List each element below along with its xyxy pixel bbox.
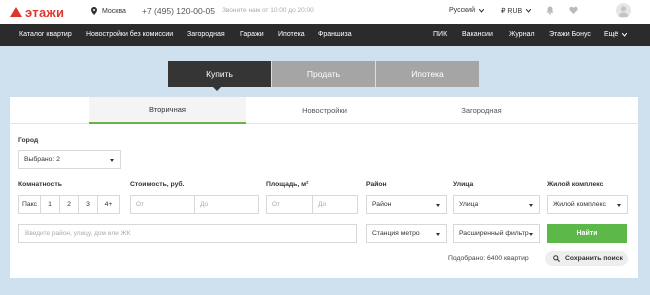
nav-item-mortgage[interactable]: Ипотека xyxy=(278,31,305,38)
nav-item-pik[interactable]: ПИК xyxy=(433,31,447,38)
currency-selector[interactable]: ₽ RUB xyxy=(501,7,532,15)
search-panel: Вторичная Новостройки Загородная Город В… xyxy=(10,97,638,278)
find-button[interactable]: Найти xyxy=(547,224,627,243)
price-to-input[interactable]: До xyxy=(195,196,258,213)
logo-house-icon xyxy=(10,7,22,17)
street-select[interactable]: Улица xyxy=(453,195,540,214)
area-label: Площадь, м² xyxy=(266,181,309,188)
dropdown-arrow-icon xyxy=(110,159,114,162)
complex-select-value: Жилой комплекс xyxy=(553,201,606,208)
district-select[interactable]: Район xyxy=(366,195,447,214)
user-avatar-icon[interactable] xyxy=(616,3,631,18)
language-selector[interactable]: Русский xyxy=(449,7,484,14)
price-range: От До xyxy=(130,195,259,214)
save-search-label: Сохранить поиск xyxy=(565,255,623,262)
area-range: От До xyxy=(266,195,358,214)
rooms-option-2[interactable]: 2 xyxy=(60,196,79,213)
complex-select[interactable]: Жилой комплекс xyxy=(547,195,628,214)
property-type-tabs: Вторичная Новостройки Загородная xyxy=(10,97,638,124)
city-selector[interactable]: Москва xyxy=(91,7,126,15)
street-label: Улица xyxy=(453,181,474,188)
mode-buy-button[interactable]: Купить xyxy=(168,61,271,87)
chevron-down-icon xyxy=(622,32,628,37)
street-select-value: Улица xyxy=(459,201,479,208)
nav-item-vacancies[interactable]: Вакансии xyxy=(462,31,493,38)
metro-select-value: Станция метро xyxy=(372,230,420,237)
advanced-filter-value: Расширенный фильтр xyxy=(459,230,529,237)
chevron-down-icon xyxy=(478,8,484,13)
phone-number[interactable]: +7 (495) 120-00-05 xyxy=(142,6,215,16)
address-search-input[interactable]: Введите район, улицу, дом или ЖК xyxy=(18,224,357,243)
district-select-value: Район xyxy=(372,201,392,208)
nav-item-bonus[interactable]: Этажи Бонус xyxy=(549,31,591,38)
dropdown-arrow-icon xyxy=(529,233,533,236)
rooms-selector: Пакс 1 2 3 4+ xyxy=(18,195,120,214)
dropdown-arrow-icon xyxy=(436,233,440,236)
nav-item-journal[interactable]: Журнал xyxy=(509,31,535,38)
call-hours: Звоните нам от 10:00 до 20:00 xyxy=(222,7,314,14)
main-nav: Каталог квартир Новостройки без комиссии… xyxy=(0,24,650,46)
active-mode-pointer xyxy=(213,87,221,91)
nav-item-garages[interactable]: Гаражи xyxy=(240,31,264,38)
area-from-input[interactable]: От xyxy=(267,196,313,213)
top-header: этажи Москва +7 (495) 120-00-05 Звоните … xyxy=(0,0,650,24)
city-select-value: Выбрано: 2 xyxy=(24,156,60,163)
search-icon xyxy=(553,255,560,262)
location-pin-icon xyxy=(91,7,97,15)
complex-label: Жилой комплекс xyxy=(547,181,604,188)
currency-value: ₽ RUB xyxy=(501,8,523,15)
city-select[interactable]: Выбрано: 2 xyxy=(18,150,121,169)
dropdown-arrow-icon xyxy=(529,204,533,207)
tab-secondary[interactable]: Вторичная xyxy=(89,97,246,124)
tab-country[interactable]: Загородная xyxy=(403,97,560,124)
metro-select[interactable]: Станция метро xyxy=(366,224,447,243)
mode-sell-button[interactable]: Продать xyxy=(272,61,375,87)
nav-item-new-buildings[interactable]: Новостройки без комиссии xyxy=(86,31,173,38)
dropdown-arrow-icon xyxy=(617,204,621,207)
price-label: Стоимость, руб. xyxy=(130,181,185,188)
results-count: Подобрано: 6400 квартир xyxy=(448,255,529,262)
rooms-label: Комнатность xyxy=(18,181,62,188)
nav-item-country[interactable]: Загородная xyxy=(187,31,225,38)
logo-text: этажи xyxy=(25,4,65,20)
rooms-option-studio[interactable]: Пакс xyxy=(19,196,41,213)
nav-item-catalog[interactable]: Каталог квартир xyxy=(19,31,72,38)
city-name: Москва xyxy=(102,7,126,15)
chevron-down-icon xyxy=(526,9,532,13)
heart-icon[interactable] xyxy=(569,6,578,15)
dropdown-arrow-icon xyxy=(436,204,440,207)
language-value: Русский xyxy=(449,7,475,14)
save-search-button[interactable]: Сохранить поиск xyxy=(545,251,628,266)
district-label: Район xyxy=(366,181,387,188)
rooms-option-1[interactable]: 1 xyxy=(41,196,60,213)
bell-icon[interactable] xyxy=(546,6,554,15)
price-from-input[interactable]: От xyxy=(131,196,195,213)
logo[interactable]: этажи xyxy=(10,4,65,20)
advanced-filter-select[interactable]: Расширенный фильтр xyxy=(453,224,540,243)
mode-mortgage-button[interactable]: Ипотека xyxy=(376,61,479,87)
nav-item-more[interactable]: Ещё xyxy=(604,31,628,38)
nav-item-franchise[interactable]: Франшиза xyxy=(318,31,352,38)
nav-more-label: Ещё xyxy=(604,31,619,38)
tab-new-buildings[interactable]: Новостройки xyxy=(246,97,403,124)
area-to-input[interactable]: До xyxy=(313,196,357,213)
city-label: Город xyxy=(18,137,39,144)
rooms-option-4plus[interactable]: 4+ xyxy=(98,196,119,213)
rooms-option-3[interactable]: 3 xyxy=(79,196,98,213)
